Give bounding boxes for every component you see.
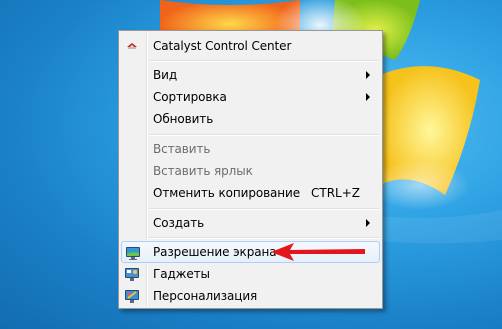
menu-item-catalyst-control-center[interactable]: Catalyst Control Center [121, 35, 380, 57]
desktop-context-menu: Catalyst Control Center Вид Сортировка О… [118, 30, 383, 309]
submenu-arrow-icon [366, 93, 370, 101]
menu-separator [149, 208, 379, 210]
menu-separator [149, 134, 379, 136]
display-icon [125, 245, 141, 261]
menu-item-personalize[interactable]: Персонализация [121, 285, 380, 307]
menu-item-label: Создать [153, 216, 205, 230]
menu-item-label: Вставить [153, 142, 211, 156]
menu-item-label: Гаджеты [153, 267, 210, 281]
menu-item-label: Обновить [153, 112, 214, 126]
menu-item-label: Отменить копирование [153, 186, 301, 200]
ati-logo-icon [124, 38, 140, 54]
menu-item-shortcut: CTRL+Z [310, 186, 360, 200]
gadgets-icon [124, 266, 140, 282]
menu-item-label: Вставить ярлык [153, 164, 253, 178]
menu-item-refresh[interactable]: Обновить [121, 108, 380, 130]
menu-item-paste-shortcut[interactable]: Вставить ярлык [121, 160, 380, 182]
menu-separator [149, 60, 379, 62]
submenu-arrow-icon [366, 71, 370, 79]
personalization-icon [124, 288, 140, 304]
menu-item-label: Catalyst Control Center [153, 39, 292, 53]
menu-item-new[interactable]: Создать [121, 212, 380, 234]
menu-item-gadgets[interactable]: Гаджеты [121, 263, 380, 285]
red-pointer-arrow [271, 243, 365, 261]
menu-item-label: Персонализация [153, 289, 258, 303]
menu-item-label: Разрешение экрана [153, 245, 277, 259]
menu-item-sort[interactable]: Сортировка [121, 86, 380, 108]
menu-item-undo-copy[interactable]: Отменить копирование CTRL+Z [121, 182, 380, 204]
menu-item-paste[interactable]: Вставить [121, 138, 380, 160]
submenu-arrow-icon [366, 219, 370, 227]
menu-item-label: Вид [153, 68, 178, 82]
menu-item-label: Сортировка [153, 90, 227, 104]
menu-separator [149, 237, 379, 239]
menu-item-view[interactable]: Вид [121, 64, 380, 86]
